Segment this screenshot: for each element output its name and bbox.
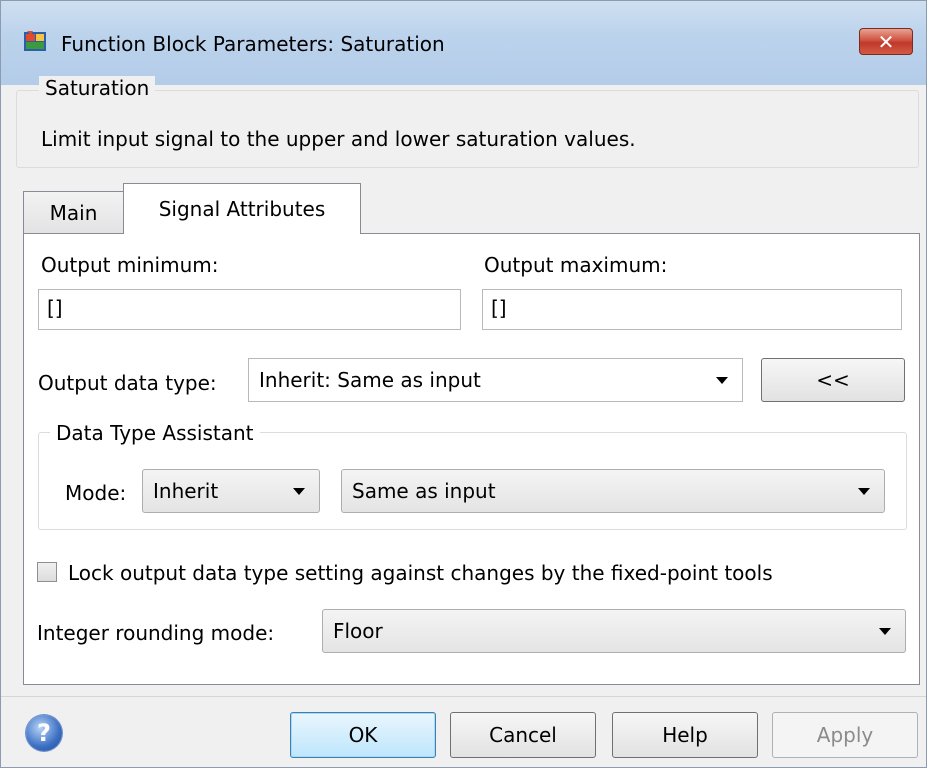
tab-main-label: Main bbox=[49, 200, 98, 225]
window-title: Function Block Parameters: Saturation bbox=[61, 32, 445, 56]
tab-signal-attributes[interactable]: Signal Attributes bbox=[123, 183, 361, 234]
output-maximum-label: Output maximum: bbox=[484, 253, 668, 277]
mode-dropdown[interactable]: Inherit bbox=[142, 469, 320, 513]
title-bar[interactable]: Function Block Parameters: Saturation ✕ bbox=[1, 1, 926, 85]
inherit-rule-value: Same as input bbox=[352, 479, 496, 503]
integer-rounding-mode-label: Integer rounding mode: bbox=[37, 621, 275, 645]
block-name-label: Saturation bbox=[39, 76, 156, 100]
tab-signal-attributes-label: Signal Attributes bbox=[158, 197, 326, 221]
help-button-label: Help bbox=[662, 723, 708, 747]
output-minimum-label: Output minimum: bbox=[41, 253, 219, 277]
hide-data-type-assistant-label: << bbox=[816, 368, 850, 392]
apply-button[interactable]: Apply bbox=[772, 712, 918, 758]
hide-data-type-assistant-button[interactable]: << bbox=[761, 358, 905, 402]
ok-button-label: OK bbox=[348, 723, 378, 747]
chevron-down-icon bbox=[858, 488, 870, 495]
apply-button-label: Apply bbox=[816, 723, 874, 747]
lock-data-type-label: Lock output data type setting against ch… bbox=[68, 561, 773, 585]
cancel-button-label: Cancel bbox=[489, 723, 557, 747]
close-button[interactable]: ✕ bbox=[859, 28, 913, 55]
help-icon[interactable]: ? bbox=[26, 715, 62, 751]
chevron-down-icon bbox=[293, 488, 305, 495]
dialog-window: Function Block Parameters: Saturation ✕ … bbox=[0, 0, 927, 768]
simulink-app-icon bbox=[24, 31, 46, 51]
chevron-down-icon bbox=[716, 377, 728, 384]
mode-value: Inherit bbox=[153, 479, 219, 503]
output-minimum-field[interactable]: [] bbox=[38, 289, 461, 330]
chevron-down-icon bbox=[879, 628, 891, 635]
help-button[interactable]: Help bbox=[612, 712, 758, 758]
inherit-rule-dropdown[interactable]: Same as input bbox=[341, 469, 885, 513]
help-icon-glyph: ? bbox=[37, 719, 51, 747]
output-data-type-label: Output data type: bbox=[38, 371, 217, 395]
output-data-type-dropdown[interactable]: Inherit: Same as input bbox=[248, 358, 743, 402]
tab-main[interactable]: Main bbox=[23, 191, 124, 233]
output-maximum-field[interactable]: [] bbox=[482, 289, 902, 330]
close-icon: ✕ bbox=[877, 29, 895, 54]
cancel-button[interactable]: Cancel bbox=[450, 712, 596, 758]
data-type-assistant-title: Data Type Assistant bbox=[50, 421, 260, 445]
output-data-type-value: Inherit: Same as input bbox=[259, 368, 481, 392]
block-description: Limit input signal to the upper and lowe… bbox=[41, 127, 636, 151]
footer-divider bbox=[1, 696, 926, 697]
lock-data-type-checkbox[interactable] bbox=[37, 562, 57, 582]
ok-button[interactable]: OK bbox=[290, 712, 436, 758]
integer-rounding-mode-dropdown[interactable]: Floor bbox=[322, 609, 906, 653]
mode-label: Mode: bbox=[65, 481, 127, 505]
integer-rounding-mode-value: Floor bbox=[333, 619, 383, 643]
